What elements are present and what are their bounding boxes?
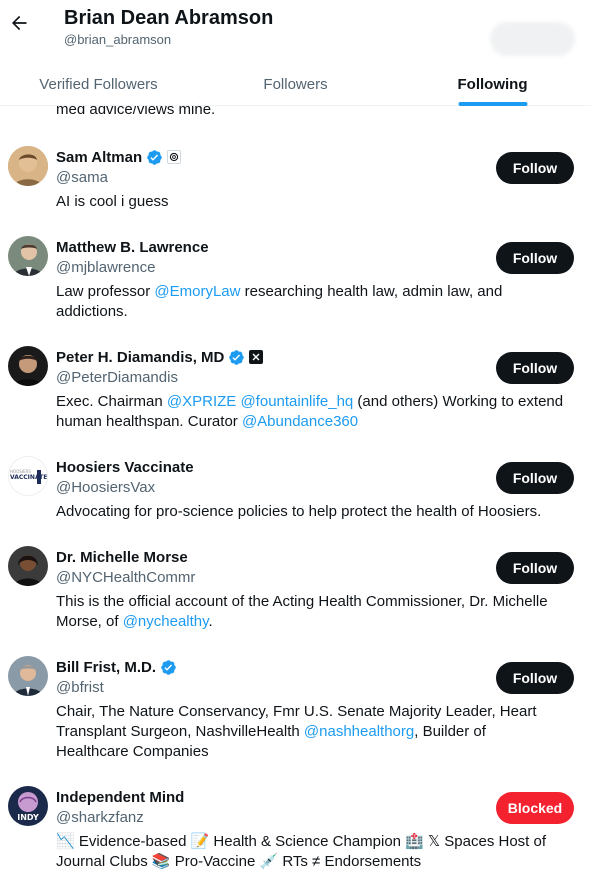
user-bio: This is the official account of the Acti… [56,592,571,632]
follow-button[interactable]: Follow [496,242,574,274]
header-action-blur [490,22,575,56]
avatar[interactable] [8,656,48,696]
bio-text: (and others) Working to extend [353,393,564,410]
user-handle[interactable]: @HoosiersVax [56,479,155,496]
user-handle[interactable]: @PeterDiamandis [56,369,178,386]
verified-badge-icon [147,149,162,165]
blocked-button[interactable]: Blocked [496,792,574,824]
tab-bar: Verified Followers Followers Following [0,62,591,106]
arrow-left-icon [12,15,27,31]
avatar[interactable] [8,346,48,386]
avatar[interactable] [8,546,48,586]
avatar-text: INDY [17,813,39,822]
user-bio: Advocating for pro-science policies to h… [56,503,542,520]
user-bio: Law professor @EmoryLaw researching heal… [56,282,571,322]
bio-text: This is the official account of the Acti… [56,593,548,610]
bio-text: , Builder of [414,723,486,740]
mention-link[interactable]: @fountainlife_hq [240,393,353,410]
user-bio: AI is cool i guess [56,193,169,210]
tab-followers[interactable]: Followers [197,62,394,106]
back-button[interactable] [4,8,34,38]
avatar-text: VACCINATE [10,474,48,481]
avatar[interactable]: HOOSIERS VACCINATE [8,456,48,496]
user-name[interactable]: Sam Altman [56,149,142,166]
follow-button[interactable]: Follow [496,662,574,694]
avatar[interactable]: INDY [8,786,48,826]
user-name[interactable]: Independent Mind [56,789,184,806]
tab-following[interactable]: Following [394,62,591,106]
follow-button[interactable]: Follow [496,152,574,184]
page-handle: @brian_abramson [64,32,172,47]
user-bio: Chair, The Nature Conservancy, Fmr U.S. … [56,702,571,762]
bio-text: Journal Clubs 📚 Pro-Vaccine 💉 RTs ≠ Endo… [56,853,422,870]
mention-link[interactable]: @XPRIZE [167,393,236,410]
follow-button[interactable]: Follow [496,462,574,494]
avatar[interactable] [8,236,48,276]
user-name[interactable]: Hoosiers Vaccinate [56,459,194,476]
x-logo-icon [249,350,264,364]
page-title: Brian Dean Abramson [64,7,274,29]
mention-link[interactable]: @nashhealthorg [304,723,414,740]
bio-text: Chair, The Nature Conservancy, Fmr U.S. … [56,703,537,720]
mention-link[interactable]: @Abundance360 [242,413,358,430]
bio-text: Exec. Chairman [56,393,167,410]
user-name[interactable]: Bill Frist, M.D. [56,659,156,676]
user-name[interactable]: Matthew B. Lawrence [56,239,209,256]
avatar[interactable] [8,146,48,186]
page-header: Brian Dean Abramson @brian_abramson Veri… [0,0,591,106]
openai-icon [167,150,182,164]
active-tab-indicator [458,102,527,106]
bio-text: 📉 Evidence-based 📝 Health & Science Cham… [56,833,547,850]
bio-text: addictions. [56,303,128,320]
user-handle[interactable]: @bfrist [56,679,104,696]
bio-text: researching health law, admin law, and [240,283,503,300]
user-handle[interactable]: @sharkzfanz [56,809,144,826]
user-handle[interactable]: @sama [56,169,108,186]
user-bio: 📉 Evidence-based 📝 Health & Science Cham… [56,832,571,872]
verified-badge-icon [161,659,176,675]
tab-verified-followers[interactable]: Verified Followers [0,62,197,106]
mention-link[interactable]: @EmoryLaw [154,283,240,300]
tab-label: Following [457,75,528,93]
bio-text: Morse, of [56,613,123,630]
bio-text: human healthspan. Curator [56,413,242,430]
tab-label: Verified Followers [39,75,158,93]
user-name[interactable]: Peter H. Diamandis, MD [56,349,224,366]
follow-button[interactable]: Follow [496,352,574,384]
verified-badge-icon [229,349,245,365]
user-name[interactable]: Dr. Michelle Morse [56,549,188,566]
mention-link[interactable]: @nychealthy [123,613,209,630]
tab-label: Followers [263,75,328,93]
user-handle[interactable]: @NYCHealthCommr [56,569,195,586]
user-handle[interactable]: @mjblawrence [56,259,155,276]
bio-text: Law professor [56,283,155,300]
bio-text: . [208,613,213,630]
bio-text: Transplant Surgeon, NashvilleHealth [56,723,304,740]
user-bio: Exec. Chairman @XPRIZE @fountainlife_hq … [56,392,571,432]
follow-button[interactable]: Follow [496,552,574,584]
bio-text: Healthcare Companies [56,743,209,760]
